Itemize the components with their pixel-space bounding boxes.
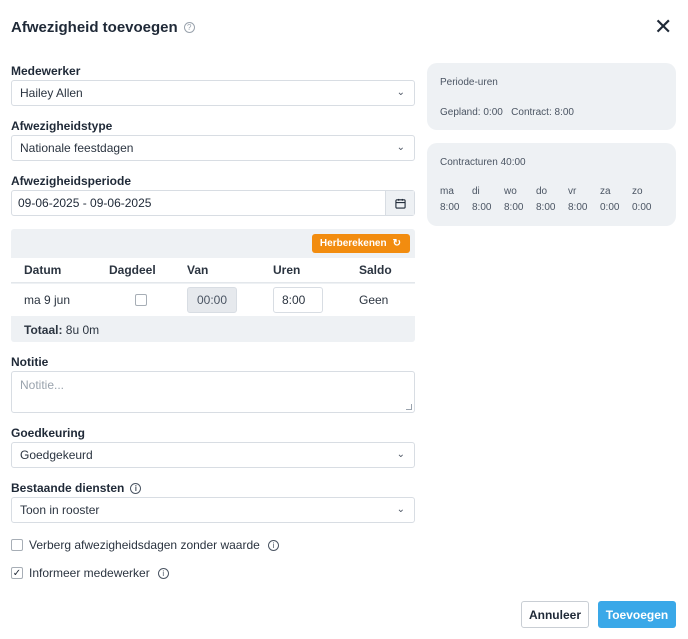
add-button[interactable]: Toevoegen: [598, 601, 676, 628]
weekday-hours-value: 8:00: [472, 202, 492, 213]
column-header: Datum: [24, 263, 62, 277]
table-total: Totaal: 8u 0m: [24, 323, 99, 337]
table-row: ma 9 jun 00:00 8:00 Geen: [11, 284, 415, 316]
period-label: Afwezigheidsperiode: [11, 174, 132, 188]
column-header: Van: [187, 263, 209, 277]
total-label: Totaal:: [24, 323, 63, 337]
history-icon: ↻: [392, 238, 401, 249]
total-value: 8u 0m: [65, 323, 100, 337]
existing-shifts-label-row: Bestaande diensten i: [11, 481, 142, 495]
calendar-button[interactable]: [385, 191, 414, 215]
hide-days-label: Verberg afwezigheidsdagen zonder waarde: [29, 538, 260, 552]
weekday-hours-value: 8:00: [536, 202, 556, 213]
note-placeholder: Notitie...: [20, 378, 65, 392]
weekday-hours-value: 0:00: [600, 202, 620, 213]
weekday-hours-value: 8:00: [504, 202, 524, 213]
employee-select[interactable]: Hailey Allen ⌄: [11, 80, 415, 106]
dialog-title-text: Afwezigheid toevoegen: [11, 19, 178, 36]
uren-input[interactable]: 8:00: [273, 287, 323, 313]
approval-select[interactable]: Goedgekeurd ⌄: [11, 442, 415, 468]
period-input[interactable]: 09-06-2025 - 09-06-2025: [11, 190, 415, 216]
chevron-down-icon: ⌄: [396, 87, 405, 98]
weekday-label: ma: [440, 186, 454, 197]
info-icon[interactable]: i: [267, 539, 279, 551]
absence-days-table: Herberekenen ↻ Datum Dagdeel Van Uren Sa…: [11, 229, 415, 342]
chevron-down-icon: ⌄: [396, 449, 405, 460]
dagdeel-checkbox[interactable]: [135, 294, 147, 306]
column-header: Uren: [273, 263, 301, 277]
weekday-hours-value: 8:00: [440, 202, 460, 213]
row-saldo: Geen: [359, 293, 389, 307]
approval-label: Goedkeuring: [11, 426, 86, 440]
weekday-hours-value: 8:00: [568, 202, 588, 213]
hide-days-checkbox[interactable]: [11, 539, 23, 551]
weekday-label: wo: [504, 186, 517, 197]
close-icon[interactable]: ✕: [654, 16, 672, 38]
inform-row: ✓ Informeer medewerker i: [11, 566, 169, 580]
contract-hours-title: Contracturen 40:00: [440, 157, 526, 168]
period-hours-title: Periode-uren: [440, 77, 498, 88]
absence-type-select[interactable]: Nationale feestdagen ⌄: [11, 135, 415, 161]
period-hours-panel: Periode-uren Gepland: 0:00 Contract: 8:0…: [427, 63, 676, 130]
weekday-label: vr: [568, 186, 577, 197]
row-date: ma 9 jun: [24, 293, 71, 307]
note-textarea[interactable]: Notitie...: [11, 371, 415, 413]
calendar-icon: [394, 198, 406, 209]
row-dagdeel-cell: [135, 284, 147, 316]
info-icon[interactable]: i: [130, 482, 142, 494]
hide-days-row: Verberg afwezigheidsdagen zonder waarde …: [11, 538, 279, 552]
chevron-down-icon: ⌄: [396, 504, 405, 515]
recalculate-button[interactable]: Herberekenen ↻: [311, 234, 410, 253]
absence-type-value: Nationale feestdagen: [20, 141, 134, 155]
contract-hours-panel: Contracturen 40:00 ma di wo do vr za zo …: [427, 143, 676, 226]
approval-value: Goedgekeurd: [20, 448, 93, 462]
employee-label: Medewerker: [11, 64, 81, 78]
contract-hours: Contract: 8:00: [511, 107, 574, 118]
inform-label: Informeer medewerker: [29, 566, 150, 580]
note-label: Notitie: [11, 355, 49, 369]
inform-checkbox[interactable]: ✓: [11, 567, 23, 579]
recalculate-label: Herberekenen: [319, 238, 387, 249]
planned-hours: Gepland: 0:00: [440, 107, 503, 118]
weekday-labels: ma di wo do vr za zo: [440, 186, 664, 197]
resize-handle[interactable]: [406, 404, 412, 410]
existing-shifts-select[interactable]: Toon in rooster ⌄: [11, 497, 415, 523]
column-header: Dagdeel: [109, 263, 156, 277]
period-value: 09-06-2025 - 09-06-2025: [18, 196, 152, 210]
question-circle-icon[interactable]: ?: [183, 22, 195, 33]
existing-shifts-label: Bestaande diensten: [11, 481, 125, 495]
weekday-label: zo: [632, 186, 643, 197]
absence-type-label: Afwezigheidstype: [11, 119, 113, 133]
row-uren-cell: 8:00: [273, 284, 323, 316]
info-icon[interactable]: i: [157, 567, 169, 579]
employee-value: Hailey Allen: [20, 86, 83, 100]
chevron-down-icon: ⌄: [396, 142, 405, 153]
cancel-button[interactable]: Annuleer: [521, 601, 589, 628]
van-time-field[interactable]: 00:00: [187, 287, 237, 313]
weekday-label: do: [536, 186, 548, 197]
weekday-label: di: [472, 186, 480, 197]
dialog-title: Afwezigheid toevoegen ?: [11, 19, 195, 36]
table-header: Datum Dagdeel Van Uren Saldo: [11, 258, 415, 283]
period-hours-values: Gepland: 0:00 Contract: 8:00: [440, 107, 574, 118]
existing-shifts-value: Toon in rooster: [20, 503, 100, 517]
weekday-label: za: [600, 186, 611, 197]
row-van-cell: 00:00: [187, 284, 237, 316]
weekday-hours-value: 0:00: [632, 202, 652, 213]
weekday-hours: 8:00 8:00 8:00 8:00 8:00 0:00 0:00: [440, 202, 664, 213]
column-header: Saldo: [359, 263, 392, 277]
